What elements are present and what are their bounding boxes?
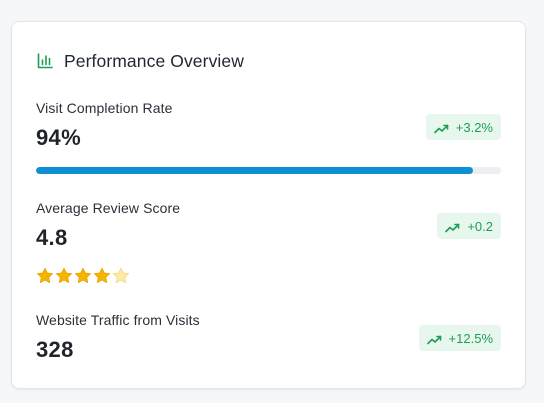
trend-value: +0.2 (467, 218, 493, 234)
bar-chart-icon (36, 52, 54, 70)
metric-website-traffic: Website Traffic from Visits 328 +12.5% (36, 312, 501, 372)
trend-badge: +3.2% (425, 114, 501, 140)
trending-up-icon (426, 333, 442, 345)
star-filled-icon (93, 267, 111, 285)
trend-value: +3.2% (455, 119, 493, 135)
star-empty-icon (112, 267, 130, 285)
progress-fill (36, 167, 474, 174)
trend-badge: +0.2 (437, 213, 501, 239)
star-filled-icon (55, 267, 73, 285)
progress-bar (36, 167, 501, 174)
metric-visit-completion-rate: Visit Completion Rate 94% +3.2% (36, 100, 501, 174)
performance-overview-card: Performance Overview Visit Completion Ra… (11, 21, 526, 389)
card-header: Performance Overview (36, 50, 244, 72)
star-rating (36, 267, 131, 285)
card-title: Performance Overview (64, 50, 244, 71)
trending-up-icon (445, 221, 460, 233)
trend-badge: +12.5% (418, 325, 501, 351)
star-filled-icon (74, 267, 92, 285)
trend-value: +12.5% (448, 330, 493, 346)
metric-average-review-score: Average Review Score 4.8 +0.2 (36, 200, 501, 290)
metric-label: Average Review Score (36, 200, 181, 216)
trending-up-icon (433, 122, 449, 134)
metric-value: 4.8 (36, 225, 68, 250)
star-filled-icon (36, 267, 54, 285)
